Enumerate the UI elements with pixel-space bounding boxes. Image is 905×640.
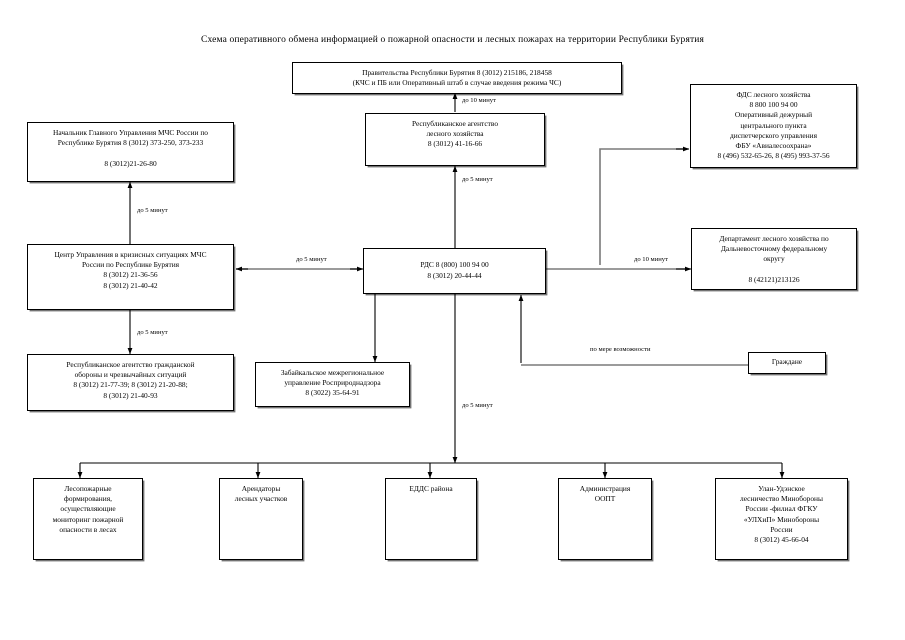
edge-label-crisis-rds: до 5 минут [296,256,327,263]
republican-forestry-agency-box[interactable]: Республиканское агентство лесного хозяйс… [365,113,545,166]
edge-label-rds-bottom: до 5 минут [462,402,493,409]
mchs-head-box[interactable]: Начальник Главного Управления МЧС России… [27,122,234,182]
rosprirodnadzor-box[interactable]: Забайкальское межрегиональное управление… [255,362,410,407]
edge-label-crisis-civildefence: до 5 минут [137,329,168,336]
diagram-canvas: Схема оперативного обмена информацией о … [0,0,905,640]
edge-label-gov-agency: до 10 минут [462,97,496,104]
crisis-management-center-box[interactable]: Центр Управления в кризисных ситуациях М… [27,244,234,310]
edge-label-agency-rds: до 5 минут [462,176,493,183]
page-title: Схема оперативного обмена информацией о … [200,35,705,45]
edge-label-mchs-crisis: до 5 минут [137,207,168,214]
rds-box[interactable]: РДС 8 (800) 100 94 00 8 (3012) 20-44-44 [363,248,546,294]
far-east-forestry-department-box[interactable]: Департамент лесного хозяйства по Дальнев… [691,228,857,290]
government-box[interactable]: Правительства Республики Бурятия 8 (3012… [292,62,622,94]
fds-forestry-box[interactable]: ФДС лесного хозяйства 8 800 100 94 00 Оп… [690,84,857,168]
forest-plot-tenants-box[interactable]: Арендаторы лесных участков [219,478,303,560]
eddc-district-box[interactable]: ЕДДС района [385,478,477,560]
citizens-box[interactable]: Граждане [748,352,826,374]
civil-defence-agency-box[interactable]: Республиканское агентство гражданской об… [27,354,234,411]
ulan-ude-military-forestry-box[interactable]: Улан-Удэнское лесничество Минобороны Рос… [715,478,848,560]
fire-fighting-units-box[interactable]: Лесопожарные формирования, осуществляющи… [33,478,143,560]
edge-label-citizens-rds: по мере возможности [590,346,651,353]
oopt-administration-box[interactable]: Администрация ООПТ [558,478,652,560]
edge-label-rds-fareast: до 10 минут [634,256,668,263]
